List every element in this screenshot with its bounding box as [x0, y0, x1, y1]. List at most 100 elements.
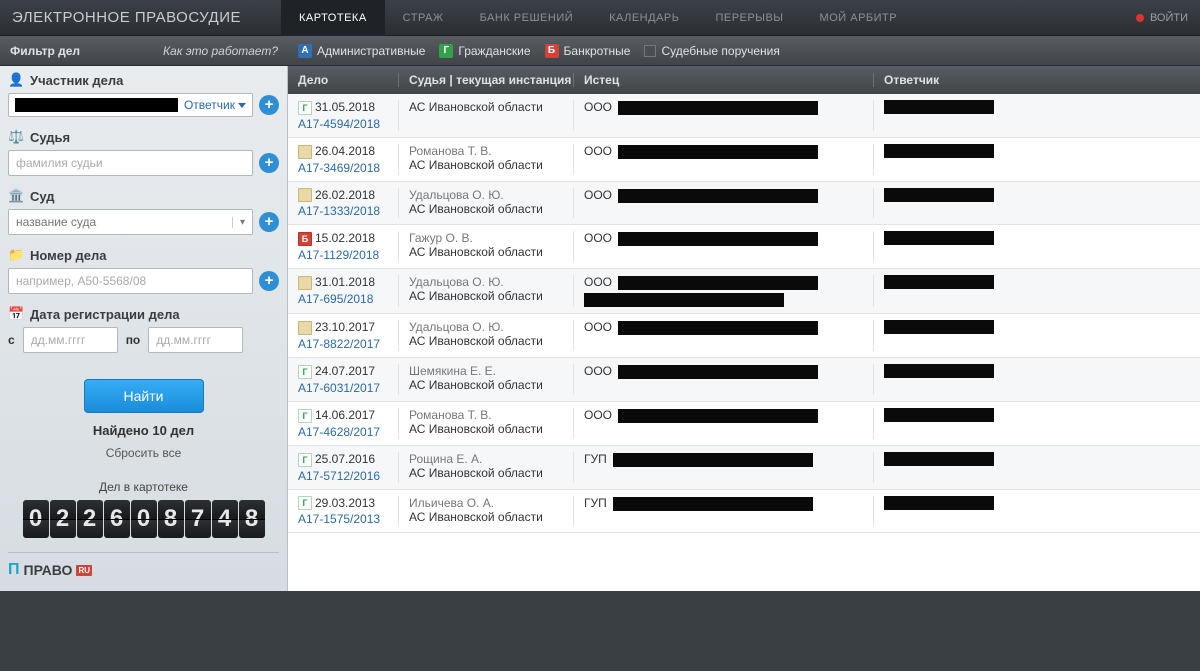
case-number-link[interactable]: А17-6031/2017	[298, 381, 398, 395]
counter-digit: 8	[239, 500, 265, 538]
redacted-plaintiff	[584, 293, 784, 307]
redacted-defendant	[884, 320, 994, 334]
table-row[interactable]: Г29.03.2013 А17-1575/2013 Ильичева О. А.АС…	[288, 490, 1200, 534]
redacted-plaintiff	[618, 232, 818, 246]
filter-civil[interactable]: ГГражданские	[439, 44, 530, 58]
judge-input[interactable]	[16, 156, 245, 170]
case-number-link[interactable]: А17-4594/2018	[298, 117, 398, 131]
plaintiff-prefix: ООО	[584, 231, 612, 245]
nav-bank[interactable]: БАНК РЕШЕНИЙ	[462, 0, 592, 36]
sub-bar: Фильтр дел Как это работает? ААдминистра…	[0, 36, 1200, 66]
add-caseno-button[interactable]: +	[259, 271, 279, 291]
case-date: 26.02.2018	[315, 188, 375, 202]
login-button[interactable]: ВОЙТИ	[1136, 12, 1188, 24]
counter-digit: 7	[185, 500, 211, 538]
col-istec[interactable]: Истец	[573, 73, 873, 87]
date-to-label: по	[126, 333, 141, 347]
date-to-input[interactable]	[156, 333, 235, 347]
case-number-link[interactable]: А17-4628/2017	[298, 425, 398, 439]
caseno-heading: Номер дела	[30, 248, 107, 263]
case-number-link[interactable]: А17-1575/2013	[298, 512, 398, 526]
redacted-plaintiff	[618, 276, 818, 290]
table-row[interactable]: 31.01.2018А17-695/2018Удальцова О. Ю.АС …	[288, 269, 1200, 314]
table-row[interactable]: Г31.05.2018А17-4594/2018АС Ивановской об…	[288, 94, 1200, 138]
table-row[interactable]: 23.10.2017А17-8822/2017Удальцова О. Ю.АС…	[288, 314, 1200, 358]
judge-name: Рощина Е. А.	[409, 452, 573, 466]
nav-kalendar[interactable]: КАЛЕНДАРЬ	[591, 0, 697, 36]
court-name: АС Ивановской области	[409, 100, 573, 114]
person-icon: 👤	[8, 72, 24, 88]
table-row[interactable]: 26.02.2018 А17-1333/2018 Удальцова О. Ю.АС…	[288, 182, 1200, 226]
nav-strazh[interactable]: СТРАЖ	[385, 0, 462, 36]
case-type-icon: Г	[298, 496, 312, 510]
nav-moy[interactable]: МОЙ АРБИТР	[802, 0, 916, 36]
case-type-icon	[298, 145, 312, 159]
case-number-link[interactable]: А17-695/2018	[298, 292, 398, 306]
court-name: АС Ивановской области	[409, 510, 573, 524]
filter-title: Фильтр дел	[10, 44, 80, 58]
footer-logo[interactable]: П ПРАВО RU	[8, 552, 279, 579]
col-delo[interactable]: Дело	[288, 73, 398, 87]
caseno-input[interactable]	[16, 274, 245, 288]
table-row[interactable]: Г14.06.2017А17-4628/2017Романова Т. В.АС…	[288, 402, 1200, 446]
found-label: Найдено 10 дел	[8, 423, 279, 438]
brand-title: ЭЛЕКТРОННОЕ ПРАВОСУДИЕ	[12, 9, 241, 26]
case-number-link[interactable]: А17-8822/2017	[298, 337, 398, 351]
add-judge-button[interactable]: +	[259, 153, 279, 173]
col-otvetchik[interactable]: Ответчик	[873, 73, 1200, 87]
court-name: АС Ивановской области	[409, 378, 573, 392]
case-type-icon	[298, 321, 312, 335]
nav-pereryvy[interactable]: ПЕРЕРЫВЫ	[697, 0, 801, 36]
redacted-plaintiff	[618, 321, 818, 335]
judge-name: Удальцова О. Ю.	[409, 188, 573, 202]
nav-kartoteka[interactable]: КАРТОТЕКА	[281, 0, 385, 36]
redacted-defendant	[884, 364, 994, 378]
judge-name: Шемякина Е. Е.	[409, 364, 573, 378]
court-dropdown-icon[interactable]: ▾	[232, 217, 252, 228]
case-type-icon: Г	[298, 453, 312, 467]
date-from-input[interactable]	[31, 333, 110, 347]
judge-name: Удальцова О. Ю.	[409, 275, 573, 289]
case-number-link[interactable]: А17-1129/2018	[298, 248, 398, 262]
case-date: 25.07.2016	[315, 452, 375, 466]
table-row[interactable]: 26.04.2018А17-3469/2018Романова Т. В.АС …	[288, 138, 1200, 182]
case-date: 29.03.2013	[315, 496, 375, 510]
calendar-icon: 📅	[8, 306, 24, 322]
participant-input[interactable]: Ответчик	[8, 93, 253, 117]
admin-badge-icon: А	[298, 44, 312, 58]
judge-name: Ильичева О. А.	[409, 496, 573, 510]
court-name: АС Ивановской области	[409, 158, 573, 172]
gavel-icon: ⚖️	[8, 129, 24, 145]
table-row[interactable]: Б15.02.2018А17-1129/2018Гажур О. В.АС Ив…	[288, 225, 1200, 269]
redacted-plaintiff	[618, 365, 818, 379]
case-number-link[interactable]: А17-1333/2018	[298, 204, 398, 218]
add-participant-button[interactable]: +	[259, 95, 279, 115]
court-name: АС Ивановской области	[409, 289, 573, 303]
judge-name: Романова Т. В.	[409, 144, 573, 158]
case-number-link[interactable]: А17-3469/2018	[298, 161, 398, 175]
court-input[interactable]	[9, 210, 232, 234]
court-name: АС Ивановской области	[409, 466, 573, 480]
sidebar: 👤Участник дела Ответчик + ⚖️Судья + 🏛️Су…	[0, 66, 288, 591]
col-judge[interactable]: Судья | текущая инстанция	[398, 73, 573, 87]
redacted-defendant	[884, 275, 994, 289]
civil-badge-icon: Г	[439, 44, 453, 58]
plaintiff-prefix: ООО	[584, 408, 612, 422]
judge-heading: Судья	[30, 130, 70, 145]
filter-bankrupt[interactable]: ББанкротные	[545, 44, 631, 58]
filter-orders[interactable]: Судебные поручения	[644, 44, 779, 58]
court-name: АС Ивановской области	[409, 202, 573, 216]
folder-icon: 📁	[8, 247, 24, 263]
case-type-icon: Г	[298, 409, 312, 423]
plaintiff-prefix: ООО	[584, 100, 612, 114]
table-row[interactable]: Г25.07.2016 А17-5712/2016 Рощина Е. А.АС И…	[288, 446, 1200, 490]
reset-link[interactable]: Сбросить все	[8, 446, 279, 460]
how-it-works-link[interactable]: Как это работает?	[163, 44, 278, 58]
filter-admin[interactable]: ААдминистративные	[298, 44, 425, 58]
table-row[interactable]: Г24.07.2017А17-6031/2017Шемякина Е. Е.АС…	[288, 358, 1200, 402]
add-court-button[interactable]: +	[259, 212, 279, 232]
case-number-link[interactable]: А17-5712/2016	[298, 469, 398, 483]
search-button[interactable]: Найти	[84, 379, 204, 413]
participant-role-dropdown[interactable]: Ответчик	[184, 98, 246, 112]
counter-digit: 8	[158, 500, 184, 538]
